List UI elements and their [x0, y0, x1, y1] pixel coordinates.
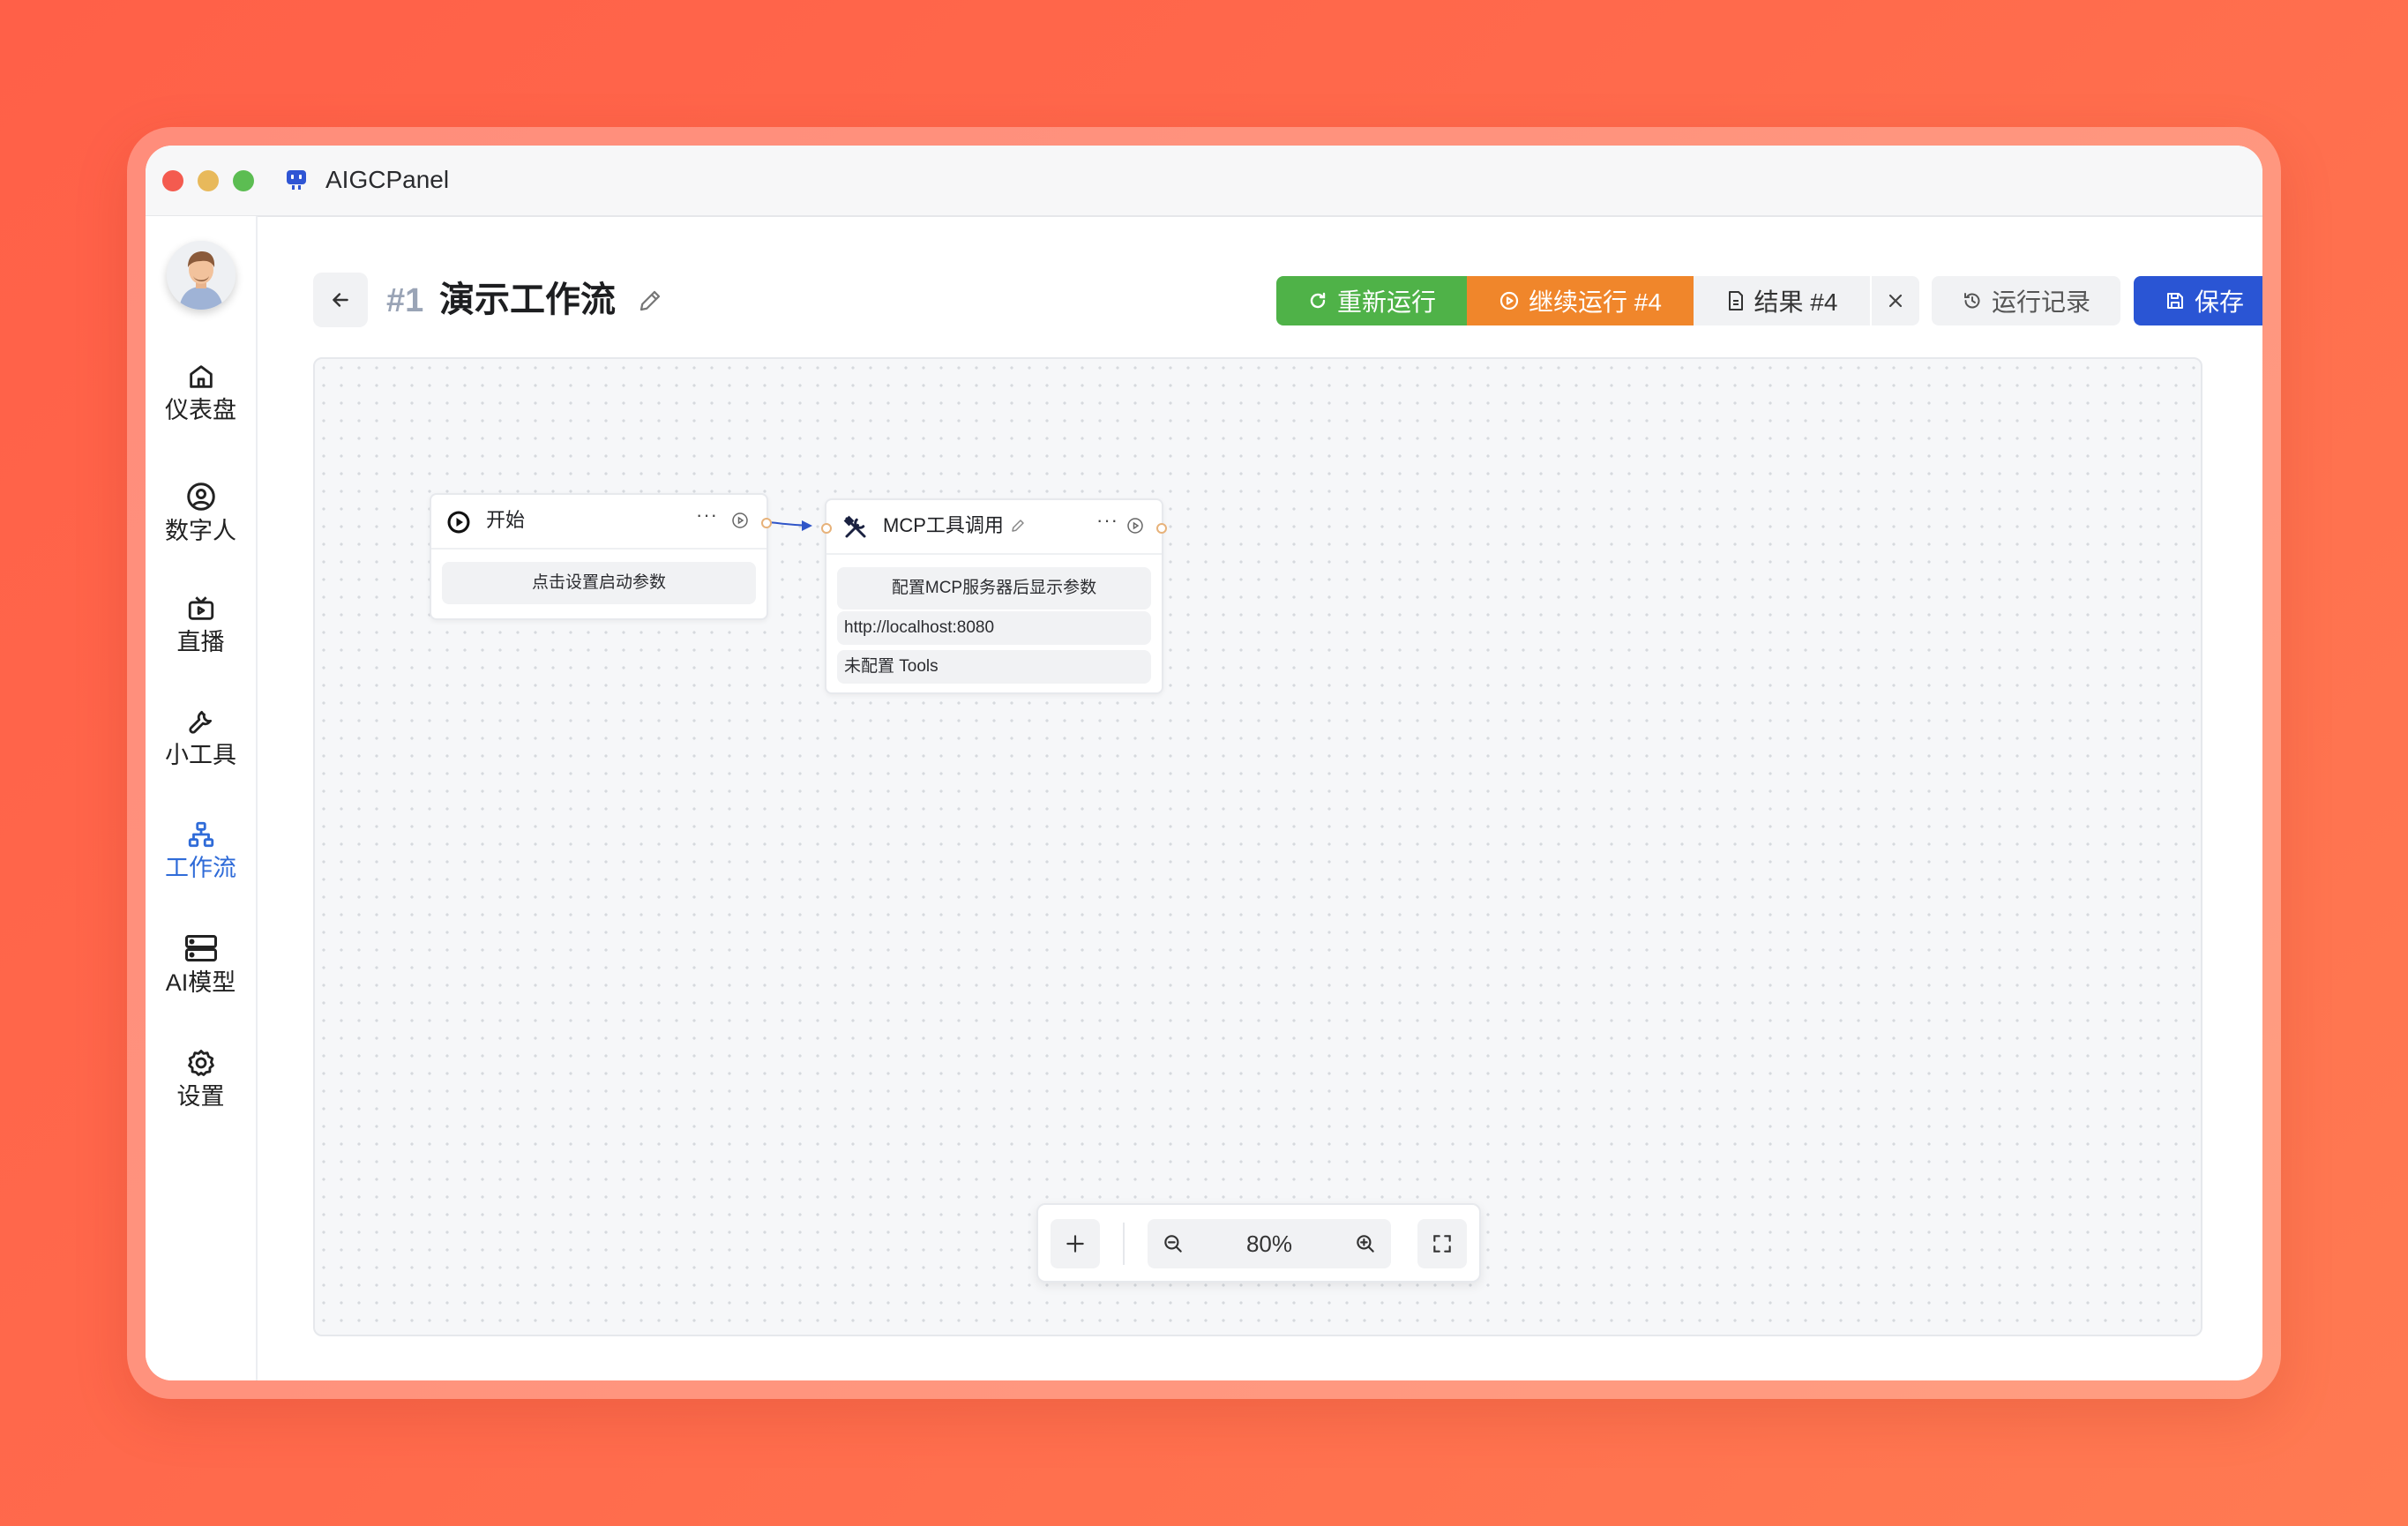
tv-icon [188, 596, 213, 620]
sidebar: 仪表盘 数字人 直播 小工具 工作流 AI模型 设置 [146, 216, 258, 1380]
start-node-header: 开始 ··· [431, 495, 767, 550]
app-window: AIGCPanel 仪表盘 数字人 直播 小工具 工作流 AI模型 设置 #1 … [146, 146, 2262, 1380]
save-icon [2166, 293, 2183, 309]
sidebar-item-dashboard[interactable]: 仪表盘 [146, 362, 256, 425]
continue-run-button[interactable]: 继续运行 #4 [1467, 276, 1694, 325]
sidebar-item-digital-human[interactable]: 数字人 [146, 481, 256, 546]
minimize-window-button[interactable] [198, 170, 219, 191]
mcp-node-more-button[interactable]: ··· [1096, 509, 1118, 532]
history-icon [1963, 293, 1980, 309]
refresh-icon [1310, 292, 1326, 309]
mcp-node-title: MCP工具调用 [883, 514, 1004, 536]
plus-icon [1066, 1235, 1084, 1253]
fit-view-button[interactable] [1417, 1219, 1467, 1268]
start-node-more-button[interactable]: ··· [696, 504, 718, 527]
titlebar: AIGCPanel [146, 146, 2262, 217]
maximize-window-button[interactable] [233, 170, 254, 191]
back-button[interactable] [313, 273, 368, 327]
save-label: 保存 [2194, 288, 2244, 316]
sidebar-item-live[interactable]: 直播 [146, 594, 256, 657]
app-title: AIGCPanel [325, 166, 450, 193]
result-label: 结果 #4 [1754, 288, 1838, 316]
mcp-node[interactable]: MCP工具调用 ··· 配置MCP服务器后显示参数 http://localho… [821, 498, 1167, 694]
close-icon [1888, 294, 1903, 308]
fullscreen-icon [1433, 1235, 1451, 1253]
sidebar-item-label: 小工具 [165, 742, 236, 768]
mcp-tools-status[interactable]: 未配置 Tools [837, 650, 1151, 684]
document-icon [1728, 291, 1743, 310]
zoom-out-icon [1164, 1235, 1182, 1253]
play-circle-icon [447, 511, 470, 534]
zoom-in-button[interactable] [1340, 1219, 1391, 1268]
toolbar-divider [1123, 1223, 1125, 1265]
close-window-button[interactable] [162, 170, 183, 191]
sidebar-item-label: 仪表盘 [165, 397, 236, 423]
main-area: #1 演示工作流 重新运行 继续运行 #4 结果 #4 运行记录 保存 开始 ·… [258, 216, 2262, 1380]
avatar-icon [167, 241, 236, 310]
sidebar-item-workflow[interactable]: 工作流 [146, 819, 256, 883]
sidebar-item-label: 工作流 [165, 855, 236, 881]
start-node-title: 开始 [486, 509, 526, 531]
edit-node-icon[interactable] [1010, 518, 1026, 534]
run-node-icon[interactable] [731, 512, 749, 529]
run-history-label: 运行记录 [1991, 288, 2090, 316]
start-output-port[interactable] [761, 518, 772, 528]
mcp-params-note: 配置MCP服务器后显示参数 [837, 567, 1151, 610]
avatar[interactable] [167, 241, 236, 310]
user-circle-icon [186, 482, 215, 511]
save-button[interactable]: 保存 [2134, 276, 2262, 325]
zoom-toolbar: 80% [1036, 1203, 1481, 1283]
sidebar-item-tools[interactable]: 小工具 [146, 707, 256, 770]
rerun-button[interactable]: 重新运行 [1276, 276, 1467, 325]
sidebar-item-ai-model[interactable]: AI模型 [146, 932, 256, 998]
tools-icon [843, 515, 866, 538]
result-button[interactable]: 结果 #4 [1694, 276, 1870, 325]
zoom-out-button[interactable] [1148, 1219, 1199, 1268]
add-node-button[interactable] [1051, 1219, 1100, 1268]
workflow-number: #1 [386, 282, 424, 319]
home-icon [189, 365, 213, 388]
edit-title-icon[interactable] [637, 288, 663, 314]
page-title: 演示工作流 [439, 281, 616, 319]
gear-icon [187, 1050, 214, 1076]
app-logo-icon [287, 170, 306, 190]
workflow-canvas[interactable]: 开始 ··· 点击设置启动参数 MCP工具调用 ··· 配置MCP服务器后显示参… [313, 357, 2202, 1336]
zoom-in-icon [1357, 1235, 1374, 1253]
arrow-left-icon [333, 293, 348, 307]
mcp-server-url[interactable]: http://localhost:8080 [837, 611, 1151, 645]
wrench-icon [188, 710, 212, 734]
rerun-label: 重新运行 [1336, 288, 1436, 316]
run-history-button[interactable]: 运行记录 [1932, 276, 2120, 325]
sidebar-item-label: 数字人 [165, 518, 236, 544]
sidebar-item-label: 设置 [176, 1083, 225, 1110]
continue-run-label: 继续运行 #4 [1529, 288, 1662, 316]
mcp-node-header: MCP工具调用 ··· [826, 500, 1162, 555]
sidebar-item-label: 直播 [176, 629, 225, 655]
sidebar-item-settings[interactable]: 设置 [146, 1048, 256, 1111]
workflow-icon [188, 821, 213, 848]
play-circle-icon [1499, 291, 1519, 310]
server-icon [184, 935, 217, 961]
start-node[interactable]: 开始 ··· 点击设置启动参数 [430, 493, 772, 620]
mcp-output-port[interactable] [1156, 523, 1167, 534]
run-node-icon[interactable] [1126, 517, 1144, 535]
mcp-input-port[interactable] [821, 523, 832, 534]
close-result-button[interactable] [1870, 276, 1919, 325]
sidebar-item-label: AI模型 [165, 969, 236, 996]
start-params-field[interactable]: 点击设置启动参数 [442, 562, 756, 604]
zoom-level: 80% [1199, 1219, 1340, 1268]
